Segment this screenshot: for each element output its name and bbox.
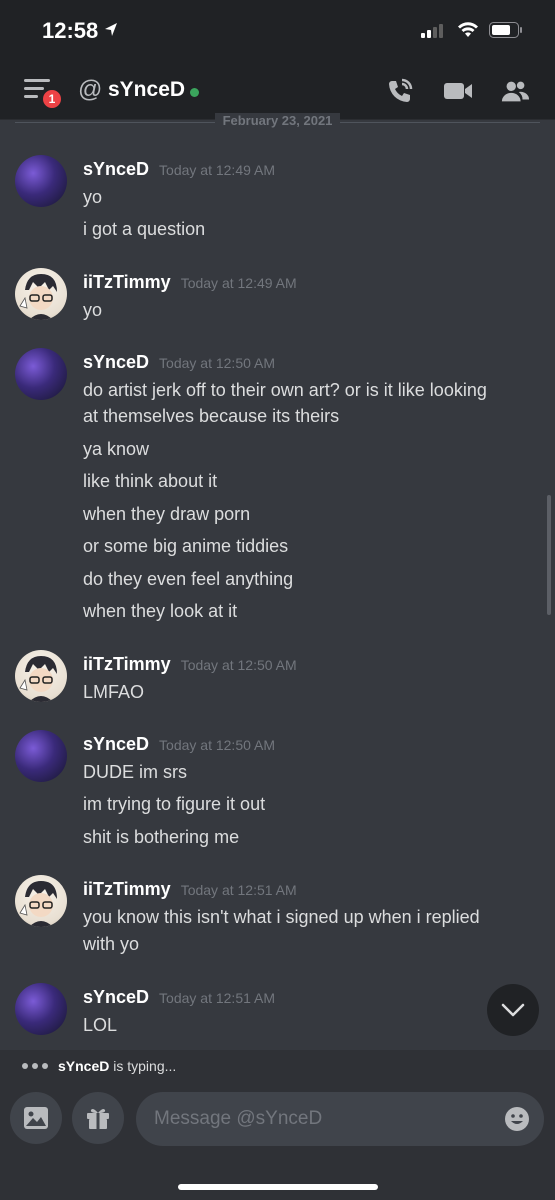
message-text: yo (83, 187, 103, 207)
phone-call-icon (389, 78, 413, 102)
channel-title[interactable]: sYnceD (108, 78, 185, 102)
message-author[interactable]: sYnceD Today at 12:49 AM (83, 159, 275, 180)
message-author[interactable]: sYnceD Today at 12:50 AM (83, 734, 275, 755)
avatar[interactable] (15, 268, 67, 320)
message-timestamp: Today at 12:50 AM (159, 737, 276, 753)
gift-icon (87, 1109, 109, 1129)
avatar-illustration (19, 881, 57, 927)
chevron-down-icon (501, 1003, 525, 1017)
status-time: 12:58 (42, 18, 99, 43)
battery-icon (489, 22, 522, 38)
message-text: when they draw porn (83, 504, 251, 524)
location-arrow-icon (105, 23, 117, 36)
voice-call-button[interactable] (385, 76, 415, 106)
message-timestamp: Today at 12:51 AM (180, 882, 297, 898)
avatar[interactable] (15, 730, 67, 782)
message-text: you know this isn't what i signed up whe… (83, 907, 480, 927)
message-text: LOL (83, 1015, 118, 1035)
date-divider-label: February 23, 2021 (214, 113, 341, 128)
attach-image-button[interactable] (10, 1092, 62, 1144)
message-text: shit is bothering me (83, 827, 240, 847)
avatar[interactable] (15, 155, 67, 207)
signal-icon (421, 24, 443, 38)
message-timestamp: Today at 12:50 AM (159, 355, 276, 371)
message-timestamp: Today at 12:51 AM (159, 990, 276, 1006)
status-bar: 12:58 (0, 0, 555, 62)
wifi-icon (458, 22, 478, 37)
video-camera-icon (444, 83, 472, 99)
message-text: DUDE im srs (83, 762, 187, 782)
image-icon (24, 1107, 48, 1129)
message-text: ya know (83, 439, 150, 459)
message-timestamp: Today at 12:49 AM (180, 275, 297, 291)
message-timestamp: Today at 12:49 AM (159, 162, 276, 178)
message-author[interactable]: iiTzTimmy Today at 12:49 AM (83, 272, 297, 293)
typing-indicator: sYnceD is typing... (0, 1050, 555, 1082)
message-author[interactable]: sYnceD Today at 12:50 AM (83, 352, 275, 373)
status-icons (421, 22, 523, 38)
message-timestamp: Today at 12:50 AM (180, 657, 297, 673)
avatar-illustration (19, 656, 57, 702)
message-text: or some big anime tiddies (83, 536, 289, 556)
message-text: with yo (83, 934, 140, 954)
video-call-button[interactable] (443, 76, 473, 106)
avatar[interactable] (15, 348, 67, 400)
date-divider: February 23, 2021 (0, 112, 555, 132)
message-text: do artist jerk off to their own art? or … (83, 380, 487, 400)
members-icon (501, 81, 530, 102)
message-text: LMFAO (83, 682, 145, 702)
message-text: do they even feel anything (83, 569, 294, 589)
typing-dots-icon (22, 1063, 48, 1069)
message-text: i got a question (83, 219, 206, 239)
avatar[interactable] (15, 650, 67, 702)
jump-to-bottom-button[interactable] (487, 984, 539, 1036)
message-text: at themselves because its theirs (83, 406, 340, 426)
notification-badge: 1 (40, 87, 64, 111)
typing-text: sYnceD is typing... (58, 1058, 177, 1074)
message-composer: Message @sYnceD (0, 1082, 555, 1200)
online-status-icon (190, 88, 199, 97)
gift-button[interactable] (72, 1092, 124, 1144)
members-button[interactable] (500, 76, 530, 106)
home-indicator[interactable] (178, 1184, 378, 1190)
message-input-placeholder: Message @sYnceD (154, 1108, 323, 1129)
message-text: like think about it (83, 471, 218, 491)
avatar[interactable] (15, 983, 67, 1035)
message-author[interactable]: iiTzTimmy Today at 12:50 AM (83, 654, 297, 675)
at-icon: @ (78, 76, 103, 103)
message-input[interactable]: Message @sYnceD (136, 1092, 544, 1146)
message-text: im trying to figure it out (83, 794, 266, 814)
scrollbar[interactable] (547, 495, 551, 615)
message-text: when they look at it (83, 601, 238, 621)
message-author[interactable]: iiTzTimmy Today at 12:51 AM (83, 879, 297, 900)
message-text: yo (83, 300, 103, 320)
message-author[interactable]: sYnceD Today at 12:51 AM (83, 987, 275, 1008)
emoji-icon[interactable] (504, 1106, 530, 1132)
avatar-illustration (19, 274, 57, 320)
avatar[interactable] (15, 875, 67, 927)
